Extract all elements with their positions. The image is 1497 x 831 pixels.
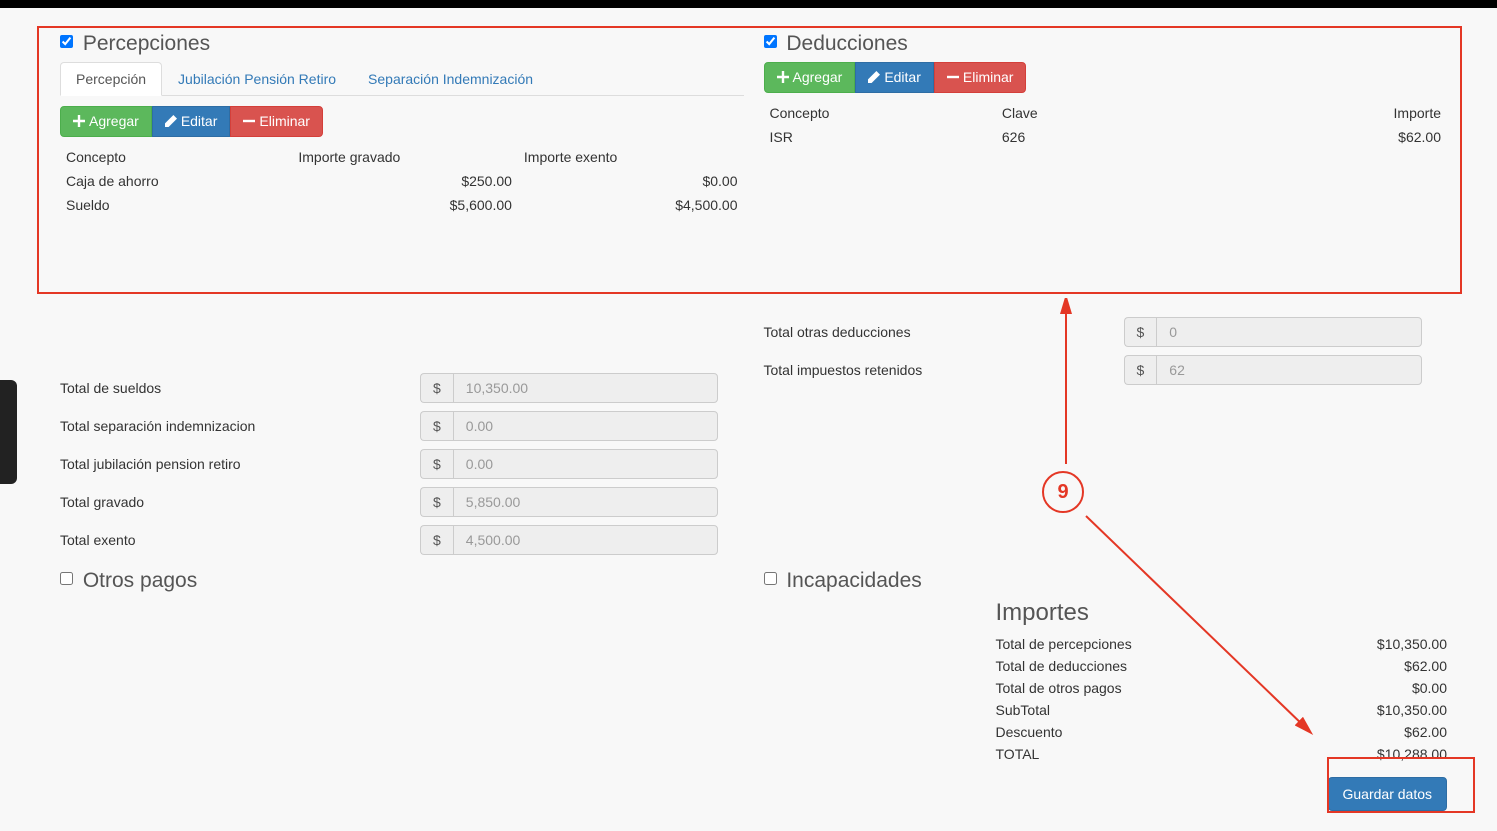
cell-concepto: ISR [764,125,996,149]
incapacidades-title: Incapacidades [764,569,1448,593]
percepciones-checkbox[interactable] [60,35,73,48]
tab-percepcion[interactable]: Percepción [60,62,162,96]
percepciones-delete-button[interactable]: Eliminar [230,106,323,137]
otros-pagos-checkbox[interactable] [60,572,73,585]
importes-title: Importes [996,599,1448,627]
cell-gravado: $5,600.00 [292,193,518,217]
percepciones-add-button[interactable]: Agregar [60,106,152,137]
cell-concepto: Sueldo [60,193,292,217]
col-concepto: Concepto [60,145,292,169]
table-row[interactable]: Sueldo $5,600.00 $4,500.00 [60,193,744,217]
deducciones-edit-button[interactable]: Editar [855,62,934,93]
percepciones-title: Percepciones [60,32,744,56]
plus-icon [73,115,85,127]
minus-icon [947,71,959,83]
cell-exento: $4,500.00 [518,193,744,217]
col-exento: Importe exento [518,145,744,169]
total-jubilacion-input [453,449,718,479]
total-sueldos-label: Total de sueldos [60,380,420,396]
tab-jubilacion[interactable]: Jubilación Pensión Retiro [162,62,352,96]
top-bar [0,0,1497,8]
importes-line: Total de deducciones$62.00 [996,655,1448,677]
deducciones-title: Deducciones [764,32,1448,56]
save-button[interactable]: Guardar datos [1328,777,1448,811]
otros-pagos-title: Otros pagos [60,569,744,593]
cell-clave: 626 [996,125,1222,149]
cell-concepto: Caja de ahorro [60,169,292,193]
currency-addon: $ [420,373,453,403]
deducciones-toolbar: Agregar Editar Eliminar [764,62,1448,93]
percepciones-title-text: Percepciones [83,32,210,55]
pencil-icon [868,71,880,83]
importes-line: SubTotal$10,350.00 [996,699,1448,721]
currency-addon: $ [420,411,453,441]
deducciones-title-text: Deducciones [786,32,907,55]
col-concepto: Concepto [764,101,996,125]
total-jubilacion-label: Total jubilación pension retiro [60,456,420,472]
total-otras-label: Total otras deducciones [764,324,1124,340]
pencil-icon [165,115,177,127]
deducciones-table: Concepto Clave Importe ISR 626 $62.00 [764,101,1448,149]
col-clave: Clave [996,101,1222,125]
currency-addon: $ [420,487,453,517]
col-gravado: Importe gravado [292,145,518,169]
edit-label: Editar [181,113,218,130]
table-row[interactable]: ISR 626 $62.00 [764,125,1448,149]
total-otras-input [1156,317,1421,347]
deducciones-checkbox[interactable] [764,35,777,48]
total-separacion-input [453,411,718,441]
deducciones-delete-button[interactable]: Eliminar [934,62,1027,93]
importes-line: Total de percepciones$10,350.00 [996,633,1448,655]
incapacidades-title-text: Incapacidades [786,569,921,592]
importes-line: TOTAL$10,288.00 [996,743,1448,765]
total-gravado-input [453,487,718,517]
tab-separacion[interactable]: Separación Indemnización [352,62,549,96]
incapacidades-checkbox[interactable] [764,572,777,585]
table-row[interactable]: Caja de ahorro $250.00 $0.00 [60,169,744,193]
total-exento-input [453,525,718,555]
edit-label: Editar [884,69,921,86]
total-gravado-label: Total gravado [60,494,420,510]
del-label: Eliminar [259,113,310,130]
col-importe: Importe [1221,101,1447,125]
importes-line: Total de otros pagos$0.00 [996,677,1448,699]
plus-icon [777,71,789,83]
add-label: Agregar [89,113,139,130]
del-label: Eliminar [963,69,1014,86]
percepciones-table: Concepto Importe gravado Importe exento … [60,145,744,217]
cell-exento: $0.00 [518,169,744,193]
importes-line: Descuento$62.00 [996,721,1448,743]
otros-pagos-title-text: Otros pagos [83,569,197,592]
percepciones-tabs: Percepción Jubilación Pensión Retiro Sep… [60,62,744,96]
percepciones-toolbar: Agregar Editar Eliminar [60,106,744,137]
currency-addon: $ [1124,317,1157,347]
cell-importe: $62.00 [1221,125,1447,149]
add-label: Agregar [793,69,843,86]
total-sueldos-input [453,373,718,403]
total-exento-label: Total exento [60,532,420,548]
minus-icon [243,115,255,127]
importes-panel: Importes Total de percepciones$10,350.00… [996,599,1448,765]
currency-addon: $ [420,449,453,479]
total-separacion-label: Total separación indemnizacion [60,418,420,434]
percepciones-edit-button[interactable]: Editar [152,106,231,137]
currency-addon: $ [420,525,453,555]
cell-gravado: $250.00 [292,169,518,193]
deducciones-add-button[interactable]: Agregar [764,62,856,93]
